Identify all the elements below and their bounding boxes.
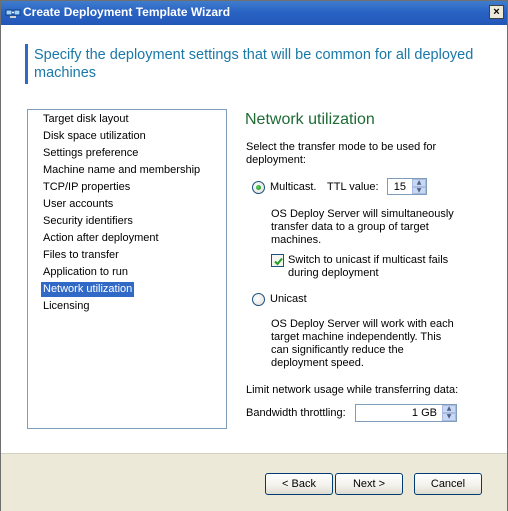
- next-button[interactable]: Next >: [335, 473, 403, 495]
- step-item-files-to-transfer[interactable]: Files to transfer: [41, 248, 121, 263]
- ttl-decrement-button[interactable]: ▼: [412, 186, 426, 194]
- wizard-content: Specify the deployment settings that wil…: [1, 25, 507, 453]
- steps-list[interactable]: Target disk layout Disk space utilizatio…: [27, 109, 227, 429]
- bandwidth-decrement-button[interactable]: ▼: [442, 413, 456, 421]
- title-bar[interactable]: Create Deployment Template Wizard ×: [1, 1, 507, 25]
- header-accent-bar: [25, 44, 28, 84]
- multicast-radio[interactable]: [252, 181, 265, 194]
- bandwidth-spin-buttons: ▲ ▼: [442, 405, 456, 421]
- panel-title: Network utilization: [245, 111, 375, 128]
- bandwidth-throttling-label: Bandwidth throttling:: [246, 407, 346, 419]
- limit-network-label: Limit network usage while transferring d…: [246, 384, 459, 396]
- unicast-description-line: can significantly reduce the: [271, 344, 404, 356]
- bandwidth-increment-button[interactable]: ▲: [442, 405, 456, 413]
- close-button[interactable]: ×: [489, 5, 504, 19]
- step-item-tcpip-properties[interactable]: TCP/IP properties: [41, 180, 132, 195]
- arrow-down-icon: ▼: [446, 413, 452, 420]
- step-item-user-accounts[interactable]: User accounts: [41, 197, 115, 212]
- bandwidth-throttling-stepper[interactable]: 1 GB ▲ ▼: [355, 404, 457, 422]
- transfer-mode-instruction-cont: deployment:: [246, 154, 306, 166]
- unicast-description-line: deployment speed.: [271, 357, 364, 369]
- multicast-description-line: machines.: [271, 234, 322, 246]
- arrow-down-icon: ▼: [416, 186, 422, 194]
- wizard-window: Create Deployment Template Wizard × Spec…: [0, 0, 508, 511]
- unicast-fallback-label-cont[interactable]: during deployment: [288, 267, 379, 280]
- ttl-stepper[interactable]: 15 ▲ ▼: [387, 178, 427, 195]
- checkmark-icon: [274, 257, 283, 266]
- step-item-network-utilization[interactable]: Network utilization: [41, 282, 135, 297]
- bandwidth-value[interactable]: 1 GB: [412, 405, 437, 421]
- step-item-security-identifiers[interactable]: Security identifiers: [41, 214, 135, 229]
- step-item-target-disk-layout[interactable]: Target disk layout: [41, 112, 131, 127]
- step-item-application-to-run[interactable]: Application to run: [41, 265, 130, 280]
- back-button[interactable]: < Back: [265, 473, 333, 495]
- cancel-button[interactable]: Cancel: [414, 473, 482, 495]
- multicast-description-line: OS Deploy Server will simultaneously: [271, 208, 454, 220]
- radio-selected-dot: [256, 185, 261, 190]
- unicast-label[interactable]: Unicast: [270, 293, 307, 306]
- wizard-footer: < Back Next > Cancel: [1, 453, 507, 511]
- ttl-spin-buttons: ▲ ▼: [412, 179, 426, 194]
- unicast-fallback-label[interactable]: Switch to unicast if multicast fails: [288, 254, 448, 267]
- ttl-increment-button[interactable]: ▲: [412, 179, 426, 187]
- ttl-label: TTL value:: [327, 181, 379, 193]
- multicast-label[interactable]: Multicast.: [270, 181, 316, 194]
- unicast-description-line: OS Deploy Server will work with each: [271, 318, 454, 330]
- step-item-licensing[interactable]: Licensing: [41, 299, 91, 314]
- page-header: Specify the deployment settings that wil…: [34, 47, 474, 81]
- arrow-up-icon: ▲: [446, 405, 452, 412]
- multicast-description-line: transfer data to a group of target: [271, 221, 429, 233]
- wizard-app-icon: [5, 6, 21, 20]
- close-icon: ×: [493, 6, 500, 18]
- arrow-up-icon: ▲: [416, 179, 422, 186]
- step-item-settings-preference[interactable]: Settings preference: [41, 146, 140, 161]
- ttl-value[interactable]: 15: [394, 179, 406, 194]
- unicast-radio[interactable]: [252, 293, 265, 306]
- step-item-machine-name-and-membership[interactable]: Machine name and membership: [41, 163, 202, 178]
- unicast-fallback-checkbox[interactable]: [271, 254, 284, 267]
- step-item-action-after-deployment[interactable]: Action after deployment: [41, 231, 161, 246]
- unicast-description-line: target machine independently. This: [271, 331, 442, 343]
- window-title: Create Deployment Template Wizard: [23, 5, 231, 19]
- transfer-mode-instruction: Select the transfer mode to be used for: [246, 141, 437, 153]
- step-item-disk-space-utilization[interactable]: Disk space utilization: [41, 129, 148, 144]
